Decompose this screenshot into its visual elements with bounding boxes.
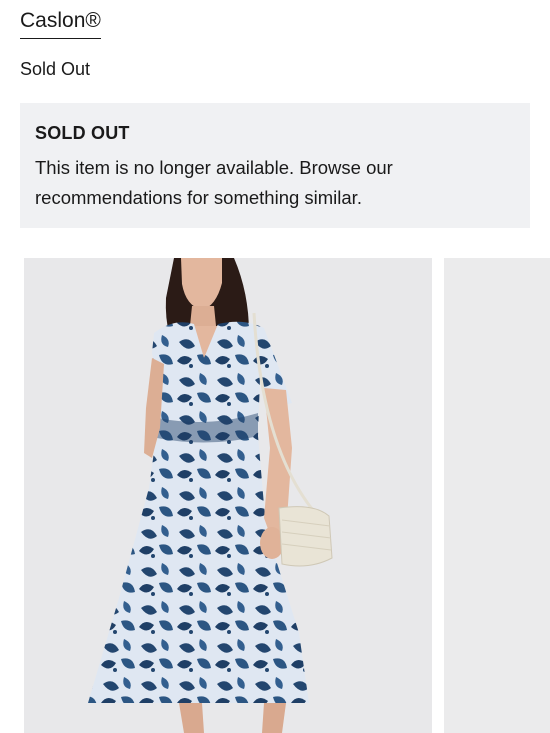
product-image-gallery[interactable] [24,258,550,733]
availability-status: Sold Out [20,59,91,79]
product-image-main[interactable] [24,258,432,733]
brand-link[interactable]: Caslon® [20,8,101,39]
product-page: Caslon® Sold Out SOLD OUT This item is n… [0,0,550,733]
next-photo-illustration [444,258,550,733]
dress-photo-illustration [24,258,432,733]
product-image-next[interactable] [444,258,550,733]
sold-out-notice: SOLD OUT This item is no longer availabl… [20,103,530,228]
sold-out-message: This item is no longer available. Browse… [35,157,393,208]
sold-out-title: SOLD OUT [35,123,130,143]
